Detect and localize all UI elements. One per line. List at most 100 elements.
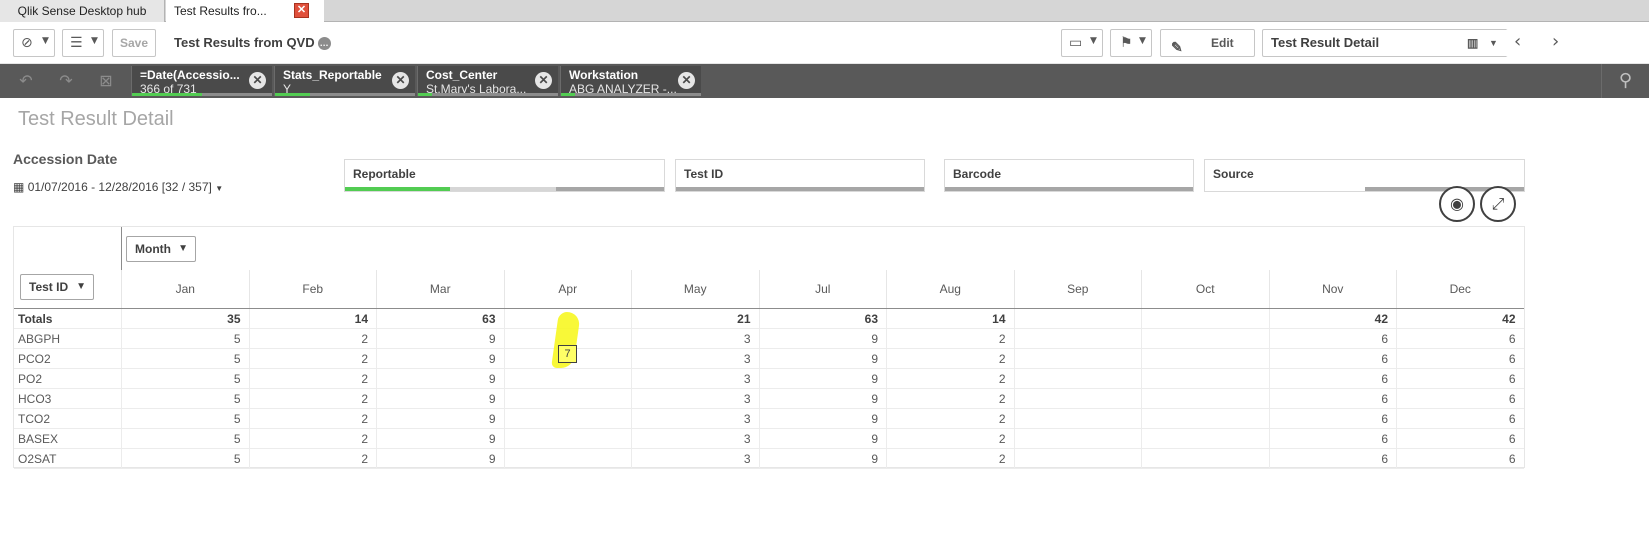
column-header-sep[interactable]: Sep — [1013, 270, 1142, 308]
previous-sheet-button[interactable]: ‹ — [1506, 29, 1536, 57]
sheet-name-label: Test Result Detail — [1271, 35, 1380, 50]
filter-reportable[interactable]: Reportable — [344, 159, 665, 192]
chart-icon: ▥ — [1467, 36, 1479, 50]
table-cell: 6 — [1396, 369, 1524, 389]
accession-date-value: 01/07/2016 - 12/28/2016 [32 / 357] — [27, 180, 212, 194]
table-cell — [503, 369, 632, 389]
row-label[interactable]: Totals — [18, 309, 52, 329]
column-header-dec[interactable]: Dec — [1396, 270, 1524, 308]
filter-barcode[interactable]: Barcode — [944, 159, 1194, 192]
table-cell — [1141, 349, 1269, 369]
table-cell — [1013, 429, 1142, 449]
column-header-jul[interactable]: Jul — [758, 270, 887, 308]
table-cell: 2 — [886, 349, 1014, 369]
info-icon[interactable]: … — [317, 37, 331, 50]
row-label[interactable]: ABGPH — [18, 329, 60, 349]
filter-state-bar — [345, 187, 664, 191]
edit-button[interactable]: ✎ Edit — [1160, 29, 1255, 57]
selection-field: Stats_Reportable — [283, 68, 382, 82]
table-row: PO2 5 2 9 3 9 2 6 6 — [14, 369, 1524, 389]
step-forward-icon[interactable]: ↷ — [54, 70, 78, 92]
table-cell: 9 — [376, 389, 504, 409]
table-cell — [1013, 369, 1142, 389]
selection-progress — [561, 93, 701, 96]
column-header-mar[interactable]: Mar — [376, 270, 504, 308]
search-icon[interactable]: ⚲ — [1601, 64, 1649, 98]
column-header-feb[interactable]: Feb — [248, 270, 377, 308]
selection-progress — [275, 93, 415, 96]
filter-test-id[interactable]: Test ID — [675, 159, 925, 192]
accession-date-picker[interactable]: ▦ 01/07/2016 - 12/28/2016 [32 / 357] ▼ — [13, 180, 223, 194]
column-header-aug[interactable]: Aug — [886, 270, 1014, 308]
sheet-selector[interactable]: Test Result Detail ▥ ▼ — [1262, 29, 1530, 57]
row-label[interactable]: HCO3 — [18, 389, 51, 409]
table-row: ABGPH 5 2 9 3 9 2 6 6 — [14, 329, 1524, 349]
table-cell: 2 — [886, 449, 1014, 469]
close-icon[interactable]: ✕ — [249, 72, 266, 89]
step-back-icon[interactable]: ↶ — [14, 70, 38, 92]
camera-icon[interactable]: ◉ — [1439, 186, 1475, 222]
selections-bar: ↶ ↷ ⊠ =Date(Accessio... 366 of 731 ✕ Sta… — [0, 64, 1649, 98]
table-cell: 2 — [248, 389, 377, 409]
tab-app[interactable]: Test Results fro... ✕ — [166, 0, 324, 23]
tab-close-icon[interactable]: ✕ — [294, 3, 309, 18]
next-sheet-button[interactable]: › — [1542, 29, 1572, 57]
table-cell: 6 — [1268, 389, 1397, 409]
column-header-may[interactable]: May — [631, 270, 759, 308]
table-cell: 9 — [376, 409, 504, 429]
table-cell: 6 — [1396, 429, 1524, 449]
selection-chip[interactable]: Workstation ABG ANALYZER -... ✕ — [560, 66, 701, 96]
table-cell: 6 — [1268, 409, 1397, 429]
clear-all-selections-icon[interactable]: ⊠ — [94, 70, 118, 92]
row-label[interactable]: BASEX — [18, 429, 58, 449]
filter-state-alternative — [450, 187, 556, 191]
tab-hub[interactable]: Qlik Sense Desktop hub — [0, 0, 165, 22]
close-icon[interactable]: ✕ — [678, 72, 695, 89]
expand-icon[interactable]: ⤢ — [1480, 186, 1516, 222]
column-header-jan[interactable]: Jan — [121, 270, 249, 308]
close-icon[interactable]: ✕ — [392, 72, 409, 89]
table-cell: 6 — [1396, 329, 1524, 349]
table-cell: 2 — [248, 369, 377, 389]
column-header-oct[interactable]: Oct — [1141, 270, 1269, 308]
chevron-down-icon: ▼ — [1139, 36, 1146, 46]
month-dimension-button[interactable]: Month ▼ — [126, 236, 196, 262]
row-label[interactable]: PO2 — [18, 369, 42, 389]
test-id-dimension-button[interactable]: Test ID ▼ — [20, 274, 94, 300]
table-cell: 63 — [376, 309, 504, 329]
navigation-menu-button[interactable]: ⊘ ▼ — [13, 29, 55, 57]
chevron-right-icon: › — [1552, 31, 1560, 52]
selection-chip[interactable]: =Date(Accessio... 366 of 731 ✕ — [131, 66, 272, 96]
filter-label: Barcode — [953, 167, 1002, 181]
row-label[interactable]: PCO2 — [18, 349, 51, 369]
edit-label: Edit — [1211, 36, 1234, 50]
row-label[interactable]: O2SAT — [18, 449, 56, 469]
global-menu-button[interactable]: ☰ ▼ — [62, 29, 104, 57]
totals-row: Totals 35 14 63 21 63 14 42 42 — [14, 309, 1524, 329]
table-cell — [503, 429, 632, 449]
save-button[interactable]: Save — [112, 29, 156, 57]
close-icon[interactable]: ✕ — [535, 72, 552, 89]
chevron-down-icon: ▼ — [1090, 36, 1097, 46]
table-cell: 9 — [376, 429, 504, 449]
table-cell: 6 — [1268, 429, 1397, 449]
column-header-apr[interactable]: Apr — [503, 270, 632, 308]
tab-app-label: Test Results fro... — [174, 4, 267, 18]
bookmarks-button[interactable]: ⚑ ▼ — [1110, 29, 1152, 57]
table-cell — [1141, 389, 1269, 409]
table-cell: 14 — [886, 309, 1014, 329]
presentation-icon: ▭ — [1069, 35, 1083, 51]
selection-chip[interactable]: Stats_Reportable Y ✕ — [274, 66, 415, 96]
table-cell: 6 — [1396, 409, 1524, 429]
column-header-nov[interactable]: Nov — [1268, 270, 1397, 308]
selection-chip[interactable]: Cost_Center St.Mary's Labora... ✕ — [417, 66, 558, 96]
table-cell — [1013, 349, 1142, 369]
table-cell: 6 — [1396, 349, 1524, 369]
filter-source[interactable]: Source — [1204, 159, 1525, 192]
table-cell: 2 — [248, 409, 377, 429]
pencil-icon: ✎ — [1171, 39, 1183, 55]
table-cell: 5 — [121, 429, 249, 449]
table-cell: 2 — [886, 329, 1014, 349]
row-label[interactable]: TCO2 — [18, 409, 50, 429]
story-button[interactable]: ▭ ▼ — [1061, 29, 1103, 57]
